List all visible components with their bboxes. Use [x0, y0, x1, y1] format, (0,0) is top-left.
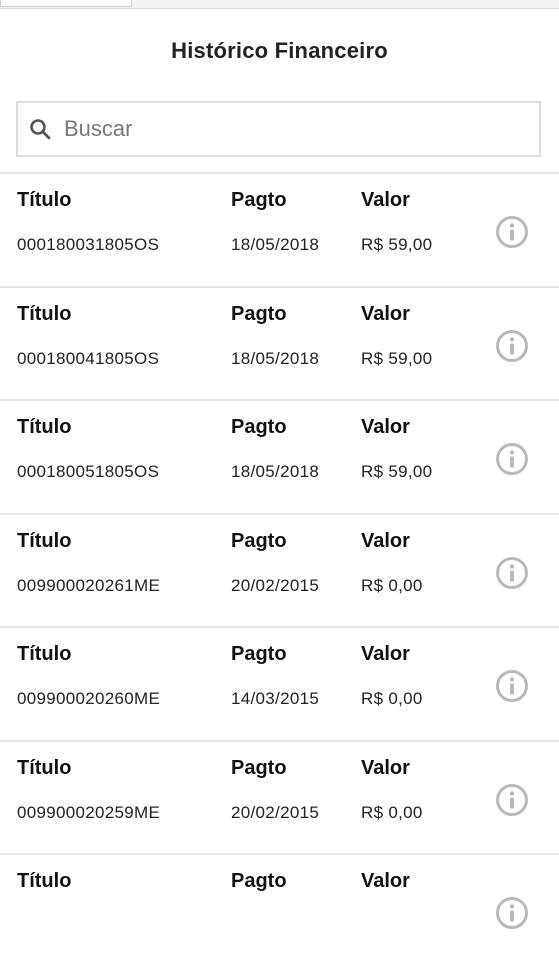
list-item[interactable]: Título Pagto Valor 009900020259ME 20/02/… — [0, 739, 559, 854]
valor-value: R$ 0,00 — [361, 802, 423, 822]
top-strip — [0, 0, 559, 9]
pagto-value: 20/02/2015 — [231, 802, 320, 822]
titulo-value: 009900020261ME — [17, 575, 161, 595]
search-input[interactable] — [62, 115, 506, 143]
titulo-value: 000180051805OS — [17, 462, 160, 481]
info-icon[interactable] — [495, 329, 529, 363]
valor-value: R$ 59,00 — [361, 348, 433, 368]
pagto-header: Pagto — [231, 416, 287, 438]
titulo-value: 000180041805OS — [17, 348, 160, 368]
valor-header: Valor — [361, 643, 410, 665]
titulo-header: Título — [17, 416, 72, 438]
titulo-header: Título — [17, 643, 72, 665]
titulo-value: 009900020259ME — [17, 802, 161, 822]
valor-header: Valor — [361, 756, 410, 779]
pagto-value: 18/05/2018 — [231, 462, 320, 481]
financial-history-list: Título Pagto Valor 000180031805OS 18/05/… — [0, 172, 559, 967]
info-icon[interactable] — [495, 215, 529, 249]
pagto-value: 20/02/2015 — [231, 575, 320, 595]
pagto-header: Pagto — [231, 529, 287, 552]
titulo-header: Título — [17, 870, 72, 892]
list-item[interactable]: Título Pagto Valor 009900020261ME 20/02/… — [0, 512, 559, 627]
list-item[interactable]: Título Pagto Valor 009900020260ME 14/03/… — [0, 626, 559, 740]
titulo-value: 009900020260ME — [17, 689, 161, 708]
valor-header: Valor — [361, 189, 410, 211]
pagto-value: 14/03/2015 — [231, 689, 320, 708]
info-icon[interactable] — [495, 896, 529, 930]
titulo-header: Título — [17, 756, 72, 779]
pagto-header: Pagto — [231, 302, 287, 325]
pagto-header: Pagto — [231, 189, 287, 211]
info-icon[interactable] — [495, 442, 529, 476]
valor-header: Valor — [361, 529, 410, 552]
titulo-header: Título — [17, 302, 72, 325]
pagto-value: 18/05/2018 — [231, 348, 320, 368]
top-tab-stub — [0, 0, 132, 7]
valor-value: R$ 0,00 — [361, 575, 423, 595]
valor-value: R$ 59,00 — [361, 235, 433, 254]
search-icon — [30, 119, 51, 140]
valor-header: Valor — [361, 302, 410, 325]
list-item[interactable]: Título Pagto Valor 000180051805OS 18/05/… — [0, 399, 559, 513]
pagto-header: Pagto — [231, 643, 287, 665]
pagto-header: Pagto — [231, 756, 287, 779]
list-item[interactable]: Título Pagto Valor 000180031805OS 18/05/… — [0, 172, 559, 286]
list-item[interactable]: Título Pagto Valor 000180041805OS 18/05/… — [0, 285, 559, 400]
valor-value: R$ 0,00 — [361, 689, 423, 708]
search-bar[interactable] — [16, 101, 541, 157]
page-title: Histórico Financeiro — [171, 38, 388, 63]
valor-header: Valor — [361, 416, 410, 438]
pagto-value: 18/05/2018 — [231, 235, 320, 254]
titulo-header: Título — [17, 189, 72, 211]
valor-header: Valor — [361, 870, 410, 892]
valor-value: R$ 59,00 — [361, 462, 433, 481]
list-item[interactable]: Título Pagto Valor — [0, 853, 559, 967]
info-icon[interactable] — [495, 556, 529, 590]
info-icon[interactable] — [495, 783, 529, 817]
pagto-header: Pagto — [231, 870, 287, 892]
info-icon[interactable] — [495, 669, 529, 703]
titulo-value: 000180031805OS — [17, 235, 160, 254]
titulo-header: Título — [17, 529, 72, 552]
